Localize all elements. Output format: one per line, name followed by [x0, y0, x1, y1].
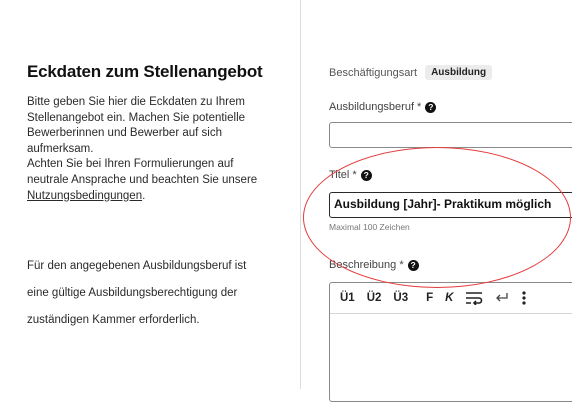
section-heading: Eckdaten zum Stellenangebot — [27, 62, 263, 81]
intro-line: Bewerberinnen und Bewerber auf sich — [27, 127, 222, 140]
description-editor[interactable]: Ü1 Ü2 Ü3 F K — [329, 282, 572, 402]
italic-button[interactable]: K — [445, 292, 453, 304]
help-icon[interactable]: ? — [425, 101, 437, 113]
wrap-text-icon[interactable] — [465, 291, 483, 305]
more-vertical-icon[interactable] — [521, 291, 527, 305]
intro-line: Achten Sie bei Ihren Formulierungen auf — [27, 158, 234, 171]
note-line: eine gültige Ausbildungsberechtigung der — [27, 286, 238, 299]
title-hint: Maximal 100 Zeichen — [329, 222, 410, 232]
intro-text: Bitte geben Sie hier die Eckdaten zu Ihr… — [27, 95, 292, 204]
occupation-input[interactable] — [329, 122, 572, 148]
chamber-note: Für den angegebenen Ausbildungsberuf ist… — [27, 247, 292, 340]
title-label-row: Titel * ? — [329, 169, 372, 181]
intro-line: neutrale Ansprache und beachten Sie unse… — [27, 173, 258, 186]
help-icon[interactable]: ? — [407, 259, 419, 271]
info-panel: Eckdaten zum Stellenangebot Bitte geben … — [0, 0, 301, 389]
job-form: Beschäftigungsart Ausbildung Ausbildungs… — [329, 0, 572, 402]
intro-line: aufmerksam. — [27, 142, 94, 155]
title-input[interactable]: Ausbildung [Jahr]- Praktikum möglich — [329, 192, 572, 218]
note-line: zuständigen Kammer erforderlich. — [27, 313, 200, 326]
heading1-button[interactable]: Ü1 — [340, 292, 355, 304]
employment-type-label: Beschäftigungsart — [329, 66, 418, 79]
occupation-label-row: Ausbildungsberuf * ? — [329, 101, 437, 113]
description-label: Beschreibung * — [329, 259, 404, 271]
employment-type-row: Beschäftigungsart Ausbildung — [329, 65, 493, 80]
description-label-row: Beschreibung * ? — [329, 259, 419, 271]
occupation-label: Ausbildungsberuf * — [329, 101, 422, 113]
editor-toolbar: Ü1 Ü2 Ü3 F K — [330, 283, 572, 314]
help-icon[interactable]: ? — [360, 169, 372, 181]
note-line: Für den angegebenen Ausbildungsberuf ist — [27, 259, 247, 272]
terms-suffix: . — [142, 189, 146, 202]
intro-line: Stellenangebot ein. Machen Sie potentiel… — [27, 111, 246, 124]
title-label: Titel * — [329, 169, 357, 181]
terms-link[interactable]: Nutzungsbedingungen — [27, 190, 142, 202]
line-break-icon[interactable] — [493, 291, 511, 305]
terms-line: Nutzungsbedingungen. — [27, 189, 292, 205]
heading3-button[interactable]: Ü3 — [393, 292, 408, 304]
intro-line: Bitte geben Sie hier die Eckdaten zu Ihr… — [27, 96, 245, 108]
heading2-button[interactable]: Ü2 — [367, 292, 382, 304]
employment-type-badge: Ausbildung — [425, 65, 493, 80]
bold-button[interactable]: F — [426, 292, 433, 304]
